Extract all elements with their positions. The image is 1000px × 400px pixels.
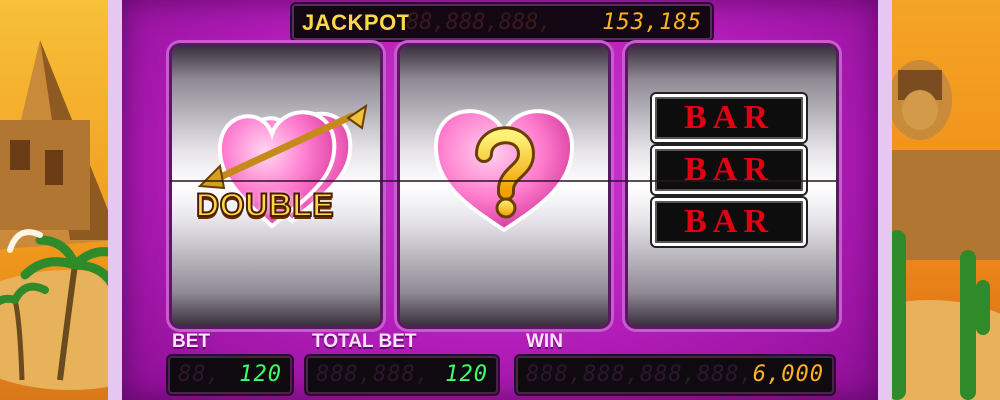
total-bet-display: 888,888, 120: [306, 356, 498, 394]
total-bet-ghost-digits: 888,888,: [316, 362, 430, 387]
bet-label: BET: [172, 331, 210, 352]
win-ghost-digits: 888,888,888,888,: [526, 362, 754, 387]
reel-2: [400, 46, 608, 326]
bet-value: 120: [239, 362, 282, 387]
bar-tile: BAR: [652, 198, 806, 246]
jackpot-meter: JACKPOT 88,888,888, 153,185: [292, 4, 712, 40]
win-display: 888,888,888,888, 6,000: [516, 356, 834, 394]
double-heart-arrow-icon: [197, 103, 368, 229]
jackpot-ghost-digits: 88,888,888,: [406, 10, 552, 35]
payline: [170, 180, 836, 182]
reel-1: DOUBLE: [172, 46, 380, 326]
jackpot-value: 153,185: [602, 10, 702, 35]
bar-tile: BAR: [652, 94, 806, 142]
win-label: WIN: [526, 331, 563, 352]
heart-question-icon: [433, 109, 575, 233]
triple-bar-icon: BAR BAR BAR: [652, 94, 806, 250]
reel-3: BAR BAR BAR: [628, 46, 836, 326]
total-bet-label: TOTAL BET: [312, 331, 417, 352]
bar-tile: BAR: [652, 146, 806, 194]
bet-display[interactable]: 88, 120: [168, 356, 292, 394]
double-text: DOUBLE: [195, 186, 335, 224]
total-bet-value: 120: [445, 362, 488, 387]
jackpot-label: JACKPOT: [302, 10, 411, 35]
bet-ghost-digits: 88,: [178, 362, 221, 387]
win-value: 6,000: [752, 362, 824, 387]
slot-machine-scene: JACKPOT 88,888,888, 153,185 DOUBLE BAR B…: [0, 0, 1000, 400]
